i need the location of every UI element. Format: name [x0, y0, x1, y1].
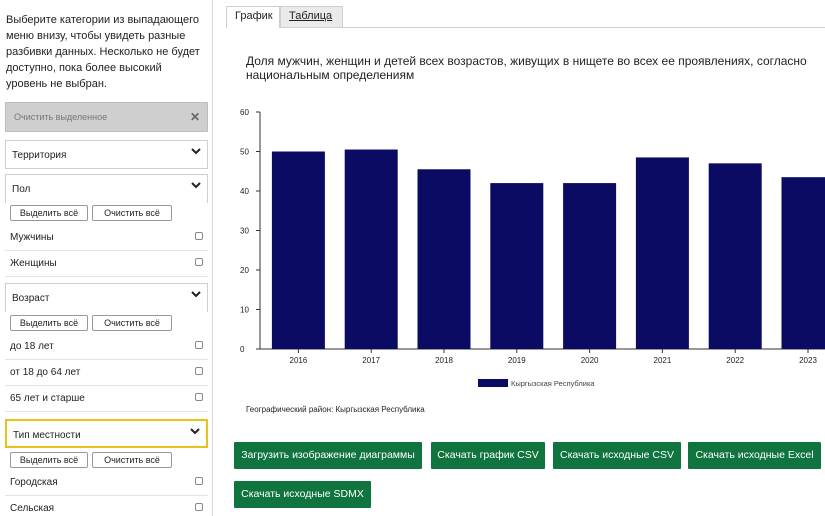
download-source-csv-button[interactable]: Скачать исходные CSV: [553, 442, 681, 469]
bar-chart: 0 10 20 30 40 50 60 2016 2017 2018 2019 2020 2021 202…: [240, 108, 825, 388]
download-chart-csv-button[interactable]: Скачать график CSV: [431, 442, 545, 469]
clear-selected-button[interactable]: Очистить выделенное ✕: [5, 102, 208, 132]
bar-2021: [635, 157, 689, 349]
geo-area-note: Географический район: Кыргызская Республ…: [246, 405, 425, 414]
download-image-button[interactable]: Загрузить изображение диаграммы: [234, 442, 422, 469]
checkbox[interactable]: [195, 503, 203, 511]
y-tick-label: 50: [240, 148, 249, 157]
option-urban[interactable]: Городская: [5, 470, 208, 496]
bar-2022: [708, 163, 762, 349]
checkbox[interactable]: [195, 477, 203, 485]
option-18-64[interactable]: от 18 до 64 лет: [5, 360, 208, 386]
x-tick-label: 2019: [508, 356, 526, 365]
download-source-sdmx-button[interactable]: Скачать исходные SDMX: [234, 481, 371, 508]
dropdown-label: Территория: [12, 150, 67, 161]
bar-2019: [490, 183, 544, 349]
option-label: от 18 до 64 лет: [10, 367, 81, 378]
clear-all-button[interactable]: Очистить всё: [92, 205, 172, 221]
checkbox[interactable]: [195, 367, 203, 375]
chevron-down-icon: [191, 182, 201, 189]
select-all-button[interactable]: Выделить всё: [10, 315, 88, 331]
y-tick-label: 20: [240, 266, 249, 275]
dropdown-age[interactable]: Возраст: [5, 283, 208, 312]
y-tick-label: 40: [240, 187, 249, 196]
clear-all-button[interactable]: Очистить всё: [92, 452, 172, 468]
select-all-button[interactable]: Выделить всё: [10, 205, 88, 221]
bar-2023: [781, 177, 825, 349]
close-icon[interactable]: ✕: [190, 110, 200, 124]
checkbox[interactable]: [195, 341, 203, 349]
option-label: 65 лет и старше: [10, 393, 85, 404]
legend-swatch: [478, 379, 508, 387]
x-tick-label: 2016: [290, 356, 308, 365]
chevron-down-icon: [191, 291, 201, 298]
dropdown-label: Возраст: [12, 293, 50, 304]
y-tick-label: 10: [240, 306, 249, 315]
bar-2020: [563, 183, 617, 349]
chart-title: Доля мужчин, женщин и детей всех возраст…: [246, 54, 807, 82]
option-rural[interactable]: Сельская: [5, 496, 208, 516]
legend-label: Кыргызская Республика: [511, 379, 595, 388]
x-tick-label: 2021: [654, 356, 672, 365]
option-65-plus[interactable]: 65 лет и старше: [5, 386, 208, 412]
bar-2018: [417, 169, 471, 349]
y-tick-label: 0: [240, 345, 245, 354]
select-all-button[interactable]: Выделить всё: [10, 452, 88, 468]
sidebar-intro: Выберите категории из выпадающего меню в…: [6, 14, 200, 90]
x-tick-label: 2020: [581, 356, 599, 365]
dropdown-locality-type[interactable]: Тип местности: [5, 419, 208, 448]
checkbox[interactable]: [195, 232, 203, 240]
option-label: Городская: [10, 477, 58, 488]
tab-table[interactable]: Таблица: [280, 6, 343, 28]
y-tick-label: 30: [240, 227, 249, 236]
x-tick-label: 2018: [435, 356, 453, 365]
option-label: Сельская: [10, 503, 55, 514]
option-label: Женщины: [10, 258, 57, 269]
option-men[interactable]: Мужчины: [5, 225, 208, 251]
chevron-down-icon: [191, 148, 201, 155]
option-label: до 18 лет: [10, 341, 54, 352]
clear-selected-label: Очистить выделенное: [14, 112, 108, 122]
x-tick-label: 2017: [362, 356, 380, 365]
checkbox[interactable]: [195, 393, 203, 401]
dropdown-sex[interactable]: Пол: [5, 174, 208, 203]
dropdown-label: Тип местности: [13, 430, 81, 441]
option-women[interactable]: Женщины: [5, 251, 208, 277]
tab-chart[interactable]: График: [226, 6, 280, 28]
x-tick-label: 2023: [799, 356, 817, 365]
tab-divider: [280, 27, 825, 28]
option-label: Мужчины: [10, 232, 54, 243]
bar-2016: [271, 151, 325, 349]
chevron-down-icon: [190, 428, 200, 435]
bar-2017: [344, 149, 398, 349]
y-tick-label: 60: [240, 108, 249, 117]
dropdown-label: Пол: [12, 184, 31, 195]
dropdown-territory[interactable]: Территория: [5, 140, 208, 169]
filter-sidebar: Выберите категории из выпадающего меню в…: [0, 0, 213, 516]
download-source-excel-button[interactable]: Скачать исходные Excel: [688, 442, 821, 469]
checkbox[interactable]: [195, 258, 203, 266]
option-under-18[interactable]: до 18 лет: [5, 334, 208, 360]
x-tick-label: 2022: [726, 356, 744, 365]
clear-all-button[interactable]: Очистить всё: [92, 315, 172, 331]
